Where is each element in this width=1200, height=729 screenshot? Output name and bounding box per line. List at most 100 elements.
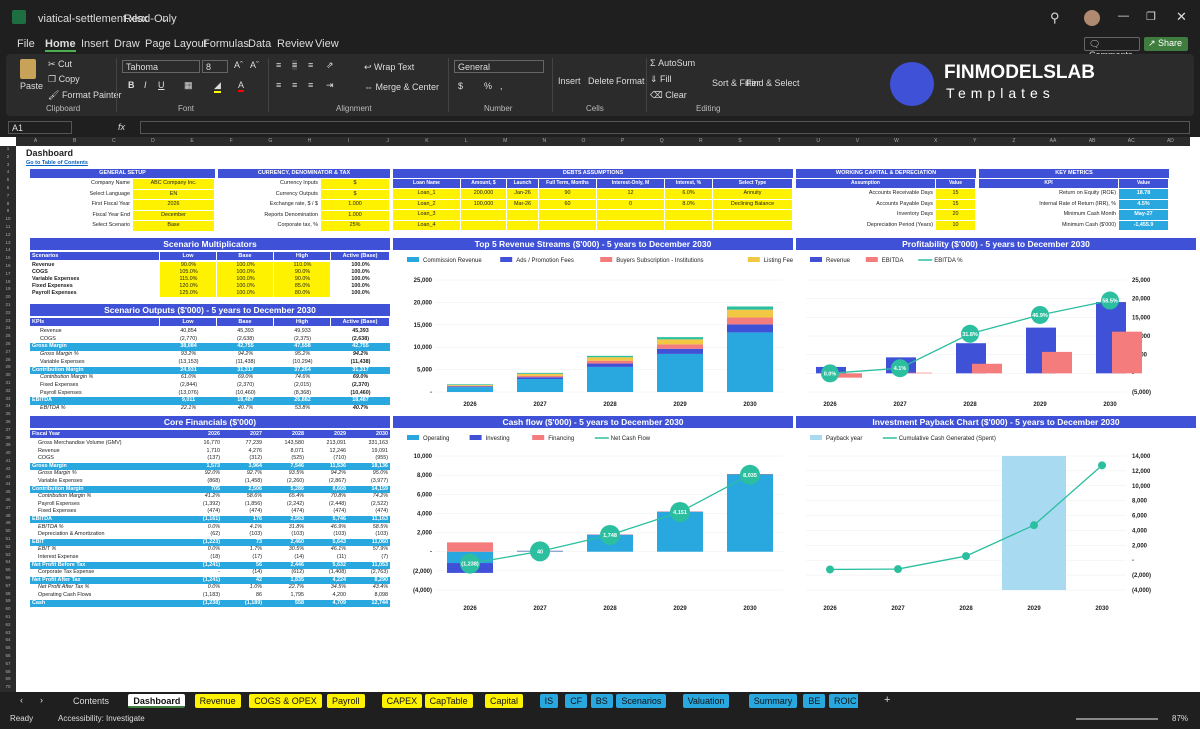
row-header[interactable]: 31 [0, 380, 16, 386]
paste-icon[interactable] [20, 59, 36, 79]
column-header[interactable]: W [877, 139, 916, 144]
row-header[interactable]: 18 [0, 279, 16, 285]
underline-icon[interactable]: U [158, 80, 165, 90]
column-header[interactable]: U [799, 139, 838, 144]
row-header[interactable]: 34 [0, 404, 16, 409]
row-header[interactable]: 27 [0, 349, 16, 355]
delete-cells-button[interactable]: Delete [588, 76, 614, 86]
column-header[interactable]: Z [994, 139, 1033, 144]
minimize-icon[interactable]: — [1118, 10, 1129, 22]
menu-view[interactable]: View [315, 38, 339, 50]
avatar[interactable] [1084, 10, 1100, 26]
column-header[interactable]: R [681, 139, 720, 144]
toc-link[interactable]: Go to Table of Contents [26, 160, 106, 167]
row-header[interactable]: 39 [0, 443, 16, 448]
zoom-slider[interactable] [1076, 718, 1158, 720]
column-header[interactable]: J [368, 139, 407, 144]
tab-scenarios[interactable]: Scenarios [616, 694, 667, 708]
row-header[interactable]: 38 [0, 435, 16, 441]
comma-icon[interactable]: , [500, 81, 503, 91]
row-header[interactable]: 46 [0, 497, 16, 503]
row-header[interactable]: 35 [0, 412, 16, 417]
row-header[interactable]: 60 [0, 607, 16, 612]
percent-icon[interactable]: % [484, 81, 492, 91]
bold-icon[interactable]: B [128, 80, 135, 90]
menu-file[interactable]: File [17, 38, 35, 50]
row-header[interactable]: 49 [0, 521, 16, 526]
row-header[interactable]: 69 [0, 677, 16, 682]
font-color-icon[interactable]: A [238, 80, 245, 92]
column-header[interactable]: H [290, 139, 329, 144]
column-header[interactable]: V [838, 139, 877, 144]
row-header[interactable]: 37 [0, 427, 16, 433]
tab-captable[interactable]: CapTable [424, 694, 473, 708]
column-header[interactable]: I [329, 139, 368, 144]
row-header[interactable]: 41 [0, 458, 16, 464]
align-center-icon[interactable]: ≡ [292, 80, 297, 90]
tab-scroll-left-icon[interactable]: ‹ [20, 695, 23, 705]
column-header[interactable]: Q [642, 139, 681, 144]
row-header[interactable]: 43 [0, 474, 16, 480]
row-header[interactable]: 53 [0, 552, 16, 558]
tab-dashboard[interactable]: Dashboard [128, 694, 186, 708]
row-header[interactable]: 54 [0, 560, 16, 565]
wrap-text-button[interactable]: ↩ Wrap Text [364, 62, 414, 73]
column-header[interactable]: E [173, 139, 212, 144]
row-header[interactable]: 40 [0, 451, 16, 456]
merge-center-button[interactable]: ⇔ Merge & Center [364, 82, 439, 92]
tab-bs[interactable]: BS [590, 694, 613, 708]
tab-cf[interactable]: CF [565, 694, 588, 708]
row-header[interactable]: 12 [0, 232, 16, 238]
column-header[interactable]: L [446, 139, 485, 144]
currency-icon[interactable]: $ [458, 81, 463, 91]
grow-font-icon[interactable]: Aˆ [234, 60, 243, 70]
row-header[interactable]: 33 [0, 396, 16, 402]
tab-roic[interactable]: ROIC [829, 694, 858, 708]
column-header[interactable]: AD [1151, 139, 1190, 144]
tab-capex[interactable]: CAPEX [381, 694, 423, 708]
column-header[interactable]: K [407, 139, 446, 144]
chevron-down-icon[interactable]: ⌄ [160, 12, 169, 25]
menu-home[interactable]: Home [45, 38, 76, 52]
column-header[interactable]: T [760, 139, 799, 144]
row-header[interactable]: 9 [0, 209, 16, 214]
menu-data[interactable]: Data [248, 38, 271, 50]
column-header[interactable]: N [525, 139, 564, 144]
menu-draw[interactable]: Draw [114, 38, 140, 50]
tab-payroll[interactable]: Payroll [327, 694, 365, 708]
column-header[interactable]: AB [1073, 139, 1112, 144]
row-header[interactable]: 26 [0, 341, 16, 347]
tab-scroll-right-icon[interactable]: › [40, 695, 43, 705]
fx-icon[interactable]: fx [118, 122, 125, 132]
fill-color-icon[interactable]: ◢ [214, 80, 221, 93]
menu-review[interactable]: Review [277, 38, 313, 50]
tab-contents[interactable]: Contents [68, 694, 115, 708]
row-header[interactable]: 57 [0, 583, 16, 589]
row-header[interactable]: 5 [0, 178, 16, 183]
row-header[interactable]: 20 [0, 295, 16, 300]
row-header[interactable]: 22 [0, 310, 16, 316]
row-header[interactable]: 62 [0, 622, 16, 628]
copy-button[interactable]: ❐ Copy [48, 74, 80, 85]
italic-icon[interactable]: I [144, 80, 147, 90]
zoom-level[interactable]: 87% [1172, 714, 1188, 723]
font-name-select[interactable]: Tahoma [122, 60, 200, 73]
font-size-select[interactable]: 8 [202, 60, 228, 73]
tab-capital[interactable]: Capital [485, 694, 524, 708]
row-header[interactable]: 64 [0, 638, 16, 643]
row-header[interactable]: 4 [0, 170, 16, 175]
column-header[interactable]: AA [1033, 139, 1072, 144]
row-header[interactable]: 55 [0, 568, 16, 573]
column-header[interactable]: B [55, 139, 94, 144]
close-icon[interactable]: ✕ [1176, 9, 1187, 25]
column-header[interactable]: O [564, 139, 603, 144]
column-header[interactable]: Y [955, 139, 994, 144]
orientation-icon[interactable]: ⇗ [326, 60, 334, 71]
row-header[interactable]: 61 [0, 614, 16, 620]
row-header[interactable]: 70 [0, 685, 16, 690]
column-header[interactable]: P [603, 139, 642, 144]
row-header[interactable]: 68 [0, 669, 16, 675]
column-header[interactable]: S [720, 139, 759, 144]
tab-be[interactable]: BE [803, 694, 826, 708]
share-button[interactable]: ↗ Share [1144, 37, 1188, 51]
